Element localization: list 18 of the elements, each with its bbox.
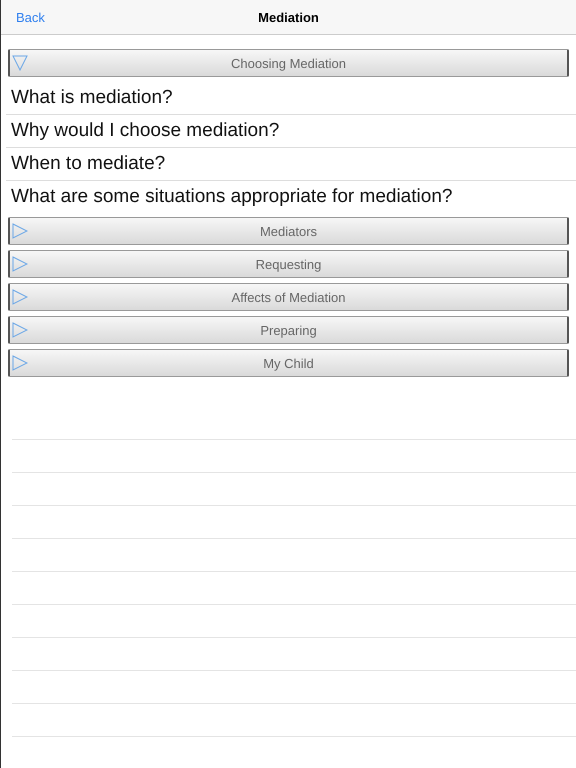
question-item[interactable]: Why would I choose mediation? [6, 115, 576, 148]
nav-title: Mediation [258, 10, 319, 24]
section-header[interactable]: Requesting [8, 250, 569, 278]
right-triangle-icon [12, 289, 28, 305]
section-header[interactable]: Affects of Mediation [8, 283, 569, 311]
section-header[interactable]: Preparing [8, 316, 569, 344]
right-triangle-icon [12, 322, 28, 338]
right-triangle-icon [12, 355, 28, 371]
down-triangle-icon [12, 55, 28, 71]
question-item[interactable]: When to mediate? [6, 148, 576, 181]
right-triangle-icon [12, 256, 28, 272]
section-header[interactable]: My Child [8, 349, 569, 377]
section-header[interactable]: Mediators [8, 217, 569, 245]
question-item[interactable]: What are some situations appropriate for mediation? [6, 181, 576, 213]
section-header[interactable]: Choosing Mediation [8, 49, 569, 77]
back-button[interactable]: Back [16, 10, 45, 24]
question-item[interactable]: What is mediation? [6, 82, 576, 115]
right-triangle-icon [12, 223, 28, 239]
